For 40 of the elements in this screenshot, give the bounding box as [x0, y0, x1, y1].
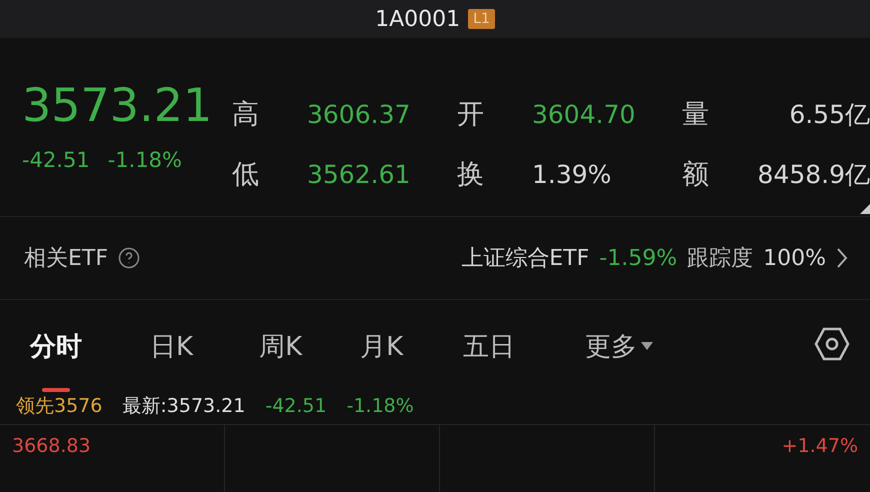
- settings-icon[interactable]: [814, 326, 850, 362]
- etf-name[interactable]: 上证综合ETF: [461, 243, 590, 273]
- window-title: 1A0001: [375, 6, 460, 32]
- stat-label: 换: [457, 158, 485, 192]
- tracking-label: 跟踪度: [687, 245, 754, 273]
- etf-change: -1.59%: [599, 246, 678, 270]
- lead-index: 领先3576: [16, 394, 102, 419]
- chart-tab[interactable]: 日K: [150, 328, 194, 374]
- stat-label: 低: [232, 158, 260, 192]
- etf-label: 相关ETF: [24, 245, 108, 273]
- stat-label: 额: [682, 158, 710, 192]
- stat-value: 6.55亿: [789, 98, 870, 130]
- chart-tab[interactable]: 月K: [360, 328, 404, 374]
- tracking-value: 100%: [763, 246, 826, 270]
- stat-label: 高: [232, 98, 260, 132]
- collapse-icon[interactable]: [860, 204, 870, 214]
- latest-price: 最新:3573.21: [122, 394, 246, 419]
- more-menu-tab[interactable]: 更多: [585, 328, 654, 374]
- latest-percent: -1.18%: [346, 395, 414, 417]
- stat-value: 3606.37: [307, 100, 410, 128]
- chevron-right-icon[interactable]: [836, 247, 848, 269]
- index-price: 3573.21: [22, 82, 214, 128]
- stat-value: 3562.61: [307, 160, 410, 188]
- active-tab-indicator: [42, 388, 70, 392]
- level-badge: L1: [468, 9, 495, 29]
- percent-change: -1.18%: [108, 148, 182, 172]
- chart-tab[interactable]: 五日: [463, 328, 516, 374]
- stat-value: 1.39%: [532, 160, 612, 188]
- help-icon[interactable]: [118, 247, 140, 269]
- latest-change: -42.51: [265, 395, 327, 417]
- caret-icon: [641, 342, 654, 350]
- stat-value: 3604.70: [532, 100, 636, 128]
- stat-value: 8458.9亿: [758, 158, 870, 190]
- chart-tab[interactable]: 周K: [259, 328, 302, 374]
- chart-tab[interactable]: 分时: [30, 328, 82, 374]
- stat-label: 开: [457, 98, 485, 132]
- axis-high-percent: +1.47%: [782, 435, 858, 457]
- price-change: -42.51: [22, 148, 90, 172]
- stat-label: 量: [682, 98, 710, 132]
- axis-high-price: 3668.83: [12, 435, 91, 457]
